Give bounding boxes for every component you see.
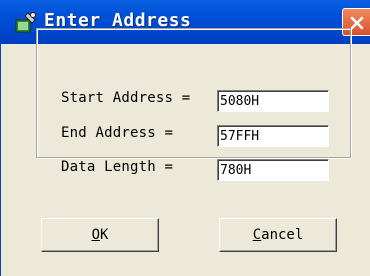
start-address-field[interactable] <box>217 90 329 112</box>
data-length-field[interactable] <box>217 159 329 181</box>
enter-address-dialog: Enter Address Start Address = End Addres… <box>0 0 370 276</box>
ok-mnemonic: O <box>91 227 100 243</box>
data-length-input[interactable] <box>220 162 324 178</box>
ok-button[interactable]: OK <box>41 218 159 252</box>
cancel-button[interactable]: Cancel <box>219 218 337 252</box>
start-address-input[interactable] <box>220 93 324 109</box>
ok-label: K <box>100 227 109 243</box>
cancel-mnemonic: C <box>252 227 262 243</box>
end-address-input[interactable] <box>220 128 324 144</box>
close-icon <box>350 16 364 30</box>
end-address-field[interactable] <box>217 125 329 147</box>
wrench-window-icon <box>14 11 38 35</box>
data-length-label: Data Length = <box>61 159 174 175</box>
cancel-label: ancel <box>261 227 304 243</box>
end-address-label: End Address = <box>61 125 174 141</box>
start-address-label: Start Address = <box>61 90 191 106</box>
